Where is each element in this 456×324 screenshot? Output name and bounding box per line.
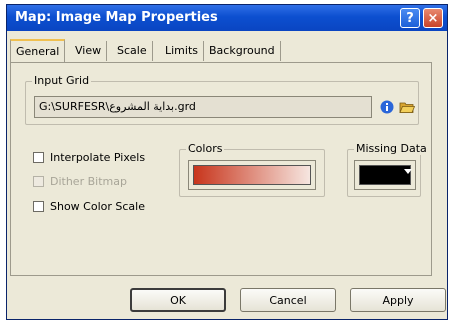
input-grid-label: Input Grid	[32, 74, 92, 87]
title-bar[interactable]: Map: Image Map Properties ? ×	[7, 5, 447, 31]
show-color-scale-label: Show Color Scale	[50, 199, 145, 213]
colors-label: Colors	[186, 142, 225, 155]
window-title: Map: Image Map Properties	[15, 10, 218, 25]
tab-view[interactable]: View	[70, 41, 108, 61]
tab-general[interactable]: General	[10, 39, 66, 63]
input-grid-group: Input Grid G:\SURFESR\بداية المشروع.grd	[25, 74, 419, 125]
dither-bitmap-option: Dither Bitmap	[33, 173, 127, 189]
missing-data-group: Missing Data	[347, 142, 429, 197]
dither-bitmap-checkbox	[33, 175, 44, 187]
tab-background[interactable]: Background	[204, 41, 281, 61]
browse-button[interactable]	[398, 98, 416, 116]
tab-scale[interactable]: Scale	[112, 41, 153, 61]
show-color-scale-checkbox[interactable]	[33, 200, 44, 212]
info-icon	[380, 100, 394, 114]
missing-data-color-dropdown[interactable]	[354, 160, 416, 190]
colors-gradient-button[interactable]	[188, 160, 316, 190]
general-tab-panel: Input Grid G:\SURFESR\بداية المشروع.grd …	[10, 62, 432, 276]
color-gradient-swatch	[193, 165, 311, 185]
help-button[interactable]: ?	[400, 8, 420, 28]
show-color-scale-option[interactable]: Show Color Scale	[33, 198, 145, 214]
ok-button[interactable]: OK	[130, 288, 226, 312]
tab-limits[interactable]: Limits	[160, 41, 204, 61]
info-button[interactable]	[378, 98, 396, 116]
dither-bitmap-label: Dither Bitmap	[50, 174, 127, 188]
close-button[interactable]: ×	[423, 8, 443, 28]
apply-button[interactable]: Apply	[350, 288, 446, 312]
missing-data-color-swatch	[359, 165, 411, 185]
close-icon: ×	[427, 10, 439, 26]
input-grid-path-field[interactable]: G:\SURFESR\بداية المشروع.grd	[34, 96, 372, 118]
help-icon: ?	[406, 10, 414, 26]
chevron-down-icon	[404, 169, 412, 174]
open-folder-icon	[399, 102, 415, 113]
interpolate-pixels-checkbox[interactable]	[33, 151, 44, 163]
interpolate-pixels-label: Interpolate Pixels	[50, 150, 146, 164]
cancel-button[interactable]: Cancel	[240, 288, 336, 312]
colors-group: Colors	[179, 142, 325, 197]
missing-data-label: Missing Data	[354, 142, 429, 155]
interpolate-pixels-option[interactable]: Interpolate Pixels	[33, 149, 145, 165]
